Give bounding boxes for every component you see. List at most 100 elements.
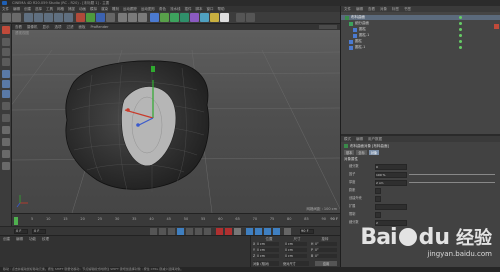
list-item[interactable]: 细分曲面 (341, 21, 500, 26)
gizmo-y-handle[interactable] (151, 66, 155, 72)
subdivision-surface-icon[interactable] (170, 13, 179, 22)
snap-icon[interactable] (236, 13, 245, 22)
edges-mode-icon[interactable] (2, 80, 10, 88)
coord-mode-dropdown[interactable]: 对象 (相对) (253, 261, 279, 266)
subdivisions-field[interactable]: 0 (375, 164, 407, 170)
undo-icon[interactable] (2, 13, 11, 22)
deformer-icon[interactable] (190, 13, 199, 22)
material-menu-texture[interactable]: 纹理 (42, 236, 49, 242)
viewport-nav-icons[interactable] (319, 25, 337, 29)
factor-field[interactable]: 100 % (375, 172, 407, 178)
go-to-start-icon[interactable] (150, 228, 157, 235)
key-parameter-icon[interactable] (273, 228, 280, 235)
recent-tool-icon[interactable] (64, 13, 73, 22)
position-z-field[interactable]: 0 cm (257, 254, 279, 258)
scale-icon[interactable] (44, 13, 53, 22)
tab-object[interactable]: 对象 (368, 150, 380, 155)
visibility-dot-icon[interactable] (459, 46, 462, 49)
object-menu-bookmarks[interactable]: 书签 (404, 6, 411, 12)
pen-spline-icon[interactable] (160, 13, 169, 22)
snapping-icon[interactable] (2, 138, 10, 146)
playhead-marker[interactable] (14, 217, 18, 225)
go-to-end-icon[interactable] (204, 228, 211, 235)
attr-menu-mode[interactable]: 模式 (344, 136, 351, 142)
axis-y-icon[interactable] (86, 13, 95, 22)
visibility-dot-icon[interactable] (459, 22, 462, 25)
axis-z-icon[interactable] (96, 13, 105, 22)
key-rotation-icon[interactable] (264, 228, 271, 235)
visibility-dot-icon[interactable] (459, 16, 462, 19)
perspective-viewport[interactable]: 透视视图 网格间距: 100 cm (12, 30, 340, 213)
autokey-icon[interactable] (225, 228, 232, 235)
visibility-dot-icon[interactable] (459, 34, 462, 37)
rotation-h-field[interactable]: 0° (315, 242, 337, 246)
floor-icon[interactable] (200, 13, 209, 22)
render-view-icon[interactable] (118, 13, 127, 22)
size-mode-dropdown[interactable]: 绝对尺寸 (283, 261, 309, 266)
material-menu-create[interactable]: 创建 (3, 236, 10, 242)
play-icon[interactable] (177, 228, 184, 235)
apply-button[interactable]: 应用 (315, 261, 337, 266)
attr-menu-user-data[interactable]: 用户数据 (368, 136, 382, 142)
keyframe-selection-icon[interactable] (234, 228, 241, 235)
list-item[interactable]: 圆柱 (341, 27, 500, 32)
array-icon[interactable] (180, 13, 189, 22)
render-picture-viewer-icon[interactable] (128, 13, 137, 22)
rotation-b-field[interactable]: 0° (315, 254, 337, 258)
tab-coord[interactable]: 坐标 (356, 150, 367, 155)
thickness-field[interactable]: 2 cm (375, 180, 407, 186)
tab-basic[interactable]: 基本 (344, 150, 355, 155)
live-select-icon[interactable] (24, 13, 33, 22)
object-menu-edit[interactable]: 编辑 (356, 6, 363, 12)
make-editable-icon[interactable] (2, 26, 10, 34)
extension-field[interactable] (375, 204, 407, 210)
factor-slider[interactable] (409, 174, 495, 175)
previous-frame-icon[interactable] (168, 228, 175, 235)
coordinate-system-icon[interactable] (106, 13, 115, 22)
lock-workplane-icon[interactable] (2, 162, 10, 170)
move-icon[interactable] (34, 13, 43, 22)
light-icon[interactable] (220, 13, 229, 22)
size-z-field[interactable]: 0 cm (285, 254, 307, 258)
next-key-icon[interactable] (195, 228, 202, 235)
camera-icon[interactable] (210, 13, 219, 22)
bulge-checkbox[interactable] (375, 188, 381, 194)
material-menu-edit[interactable]: 编辑 (16, 236, 23, 242)
thickness-slider[interactable] (409, 182, 495, 183)
soft-selection-icon[interactable] (2, 126, 10, 134)
window-controls[interactable] (482, 1, 498, 5)
create-shell-checkbox[interactable] (375, 196, 381, 202)
model-mode-icon[interactable] (2, 38, 10, 46)
record-icon[interactable] (216, 228, 223, 235)
layer-panel-icon[interactable] (494, 24, 499, 29)
solo-icon[interactable] (2, 150, 10, 158)
render-settings-icon[interactable] (138, 13, 147, 22)
object-menu-file[interactable]: 文件 (344, 6, 351, 12)
timeline-ruler[interactable]: 0 5 10 15 20 25 30 35 40 45 50 55 60 65 … (12, 213, 340, 226)
key-position-icon[interactable] (246, 228, 253, 235)
cube-icon[interactable] (150, 13, 159, 22)
previous-key-icon[interactable] (159, 228, 166, 235)
size-y-field[interactable]: 0 cm (285, 248, 307, 252)
axis-x-icon[interactable] (76, 13, 85, 22)
redo-icon[interactable] (12, 13, 21, 22)
rotate-icon[interactable] (54, 13, 63, 22)
object-menu-tags[interactable]: 标签 (392, 6, 399, 12)
visibility-dot-icon[interactable] (459, 28, 462, 31)
position-y-field[interactable]: 0 cm (257, 248, 279, 252)
points-mode-icon[interactable] (2, 70, 10, 78)
polygons-mode-icon[interactable] (2, 90, 10, 98)
rotation-p-field[interactable]: 0° (315, 248, 337, 252)
texture-mode-icon[interactable] (2, 48, 10, 56)
list-item[interactable]: 布料曲面 (341, 15, 500, 20)
object-menu-view[interactable]: 查看 (368, 6, 375, 12)
list-item[interactable]: 圆柱.1 (341, 45, 500, 50)
material-menu-function[interactable]: 功能 (29, 236, 36, 242)
list-item[interactable]: 圆柱.1 (341, 33, 500, 38)
next-frame-icon[interactable] (186, 228, 193, 235)
list-item[interactable]: 圆柱 (341, 39, 500, 44)
key-scale-icon[interactable] (255, 228, 262, 235)
axis-mode-icon[interactable] (2, 102, 10, 110)
workplane-mode-icon[interactable] (2, 58, 10, 66)
attr-menu-edit[interactable]: 编辑 (356, 136, 363, 142)
